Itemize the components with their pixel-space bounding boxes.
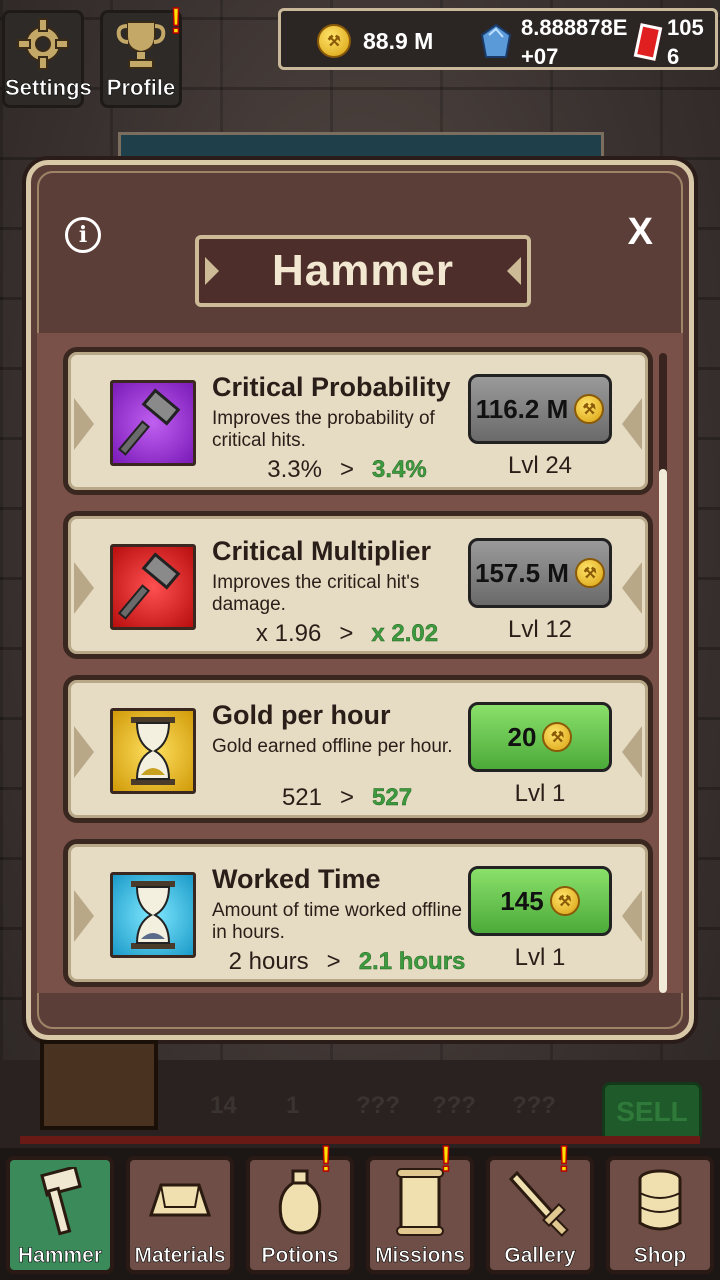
bottom-nav: Hammer Materials Potions Missions Galler… — [0, 1148, 720, 1280]
level-label: Lvl 24 — [507, 452, 573, 479]
cost-label: 145 — [500, 885, 544, 916]
stock-axe: 14 — [210, 1092, 237, 1119]
scroll-icon — [370, 1160, 470, 1244]
gold-coin-icon: ⚒ — [542, 722, 573, 752]
nav-gallery[interactable]: Gallery — [486, 1156, 594, 1274]
upgrade-values: 3.3% > 3.4% — [267, 456, 427, 483]
ticket-amount: 1056 — [667, 15, 704, 69]
sell-button[interactable]: SELL — [602, 1082, 702, 1142]
profile-label: Profile — [106, 75, 176, 101]
current-value: x 1.96 — [255, 620, 322, 647]
info-button[interactable]: i — [65, 217, 101, 253]
currency-bar: ⚒ 88.9 M 8.888878E+07 1056 — [278, 8, 718, 70]
gem-amount: 8.888878E+07 — [521, 15, 628, 69]
upgrade-card-gold-per-hour: Gold per hour Gold earned offline per ho… — [63, 675, 653, 823]
modal-title-box: Hammer — [195, 235, 531, 307]
next-value: 3.4% — [372, 456, 427, 483]
close-button[interactable]: X — [628, 211, 653, 254]
upgrade-name: Gold per hour — [212, 700, 391, 730]
cost-label: 157.5 M — [475, 557, 569, 588]
hammer-upgrade-modal: i X Hammer Critical Probability Improves… — [26, 160, 694, 1040]
hourglass-icon — [110, 872, 196, 958]
nav-hammer[interactable]: Hammer — [6, 1156, 114, 1274]
scrollbar-thumb[interactable] — [659, 469, 667, 993]
modal-title: Hammer — [271, 246, 455, 295]
missions-alert-icon: ! — [439, 1137, 453, 1180]
upgrade-description: Improves the critical hit's damage. — [212, 572, 420, 615]
current-value: 521 — [281, 784, 322, 811]
upgrade-description: Amount of time worked offline in hours. — [212, 900, 462, 943]
level-label: Lvl 1 — [514, 944, 566, 971]
current-value: 3.3% — [267, 456, 322, 483]
next-value: 2.1 hours — [358, 948, 466, 975]
gold-coin-icon: ⚒ — [574, 394, 605, 424]
next-value: 527 — [372, 784, 413, 811]
stock-spear: ??? — [512, 1092, 556, 1119]
cost-label: 20 — [507, 721, 537, 752]
hammer-icon — [110, 544, 196, 630]
stock-sword: 1 — [286, 1092, 300, 1119]
ingot-icon — [130, 1160, 230, 1244]
upgrade-card-worked-time: Worked Time Amount of time worked offlin… — [63, 839, 653, 987]
coin-stack-icon — [610, 1160, 710, 1244]
gold-amount: 88.9 M — [363, 28, 434, 54]
upgrade-values: 521 > 527 — [281, 784, 413, 811]
gem-icon — [479, 23, 513, 61]
nav-missions[interactable]: Missions — [366, 1156, 474, 1274]
current-value: 2 hours — [228, 948, 309, 975]
hammer-icon — [110, 380, 196, 466]
level-label: Lvl 1 — [514, 780, 566, 807]
upgrade-card-critical-multiplier: Critical Multiplier Improves the critica… — [63, 511, 653, 659]
buy-button[interactable]: 145 ⚒ — [468, 866, 612, 936]
potion-icon — [250, 1160, 350, 1244]
progress-bar — [20, 1136, 700, 1144]
nav-potions[interactable]: Potions — [246, 1156, 354, 1274]
upgrade-name: Critical Probability — [212, 372, 451, 402]
next-value: x 2.02 — [371, 620, 439, 647]
cost-label: 116.2 M — [475, 393, 569, 424]
hammer-icon — [10, 1160, 110, 1244]
upgrade-description: Improves the probability of critical hit… — [212, 408, 435, 451]
buy-button[interactable]: 116.2 M ⚒ — [468, 374, 612, 444]
trophy-icon — [103, 13, 179, 75]
upgrade-list[interactable]: Critical Probability Improves the probab… — [37, 333, 683, 993]
gold-coin-icon: ⚒ — [549, 886, 580, 916]
potions-alert-icon: ! — [319, 1137, 333, 1180]
upgrade-name: Critical Multiplier — [212, 536, 432, 566]
hourglass-icon — [110, 708, 196, 794]
stock-shield: ??? — [432, 1092, 476, 1119]
sword-icon — [490, 1160, 590, 1244]
buy-button[interactable]: 20 ⚒ — [468, 702, 612, 772]
gold-coin-icon: ⚒ — [317, 24, 351, 58]
upgrade-values: x 1.96 > x 2.02 — [255, 620, 439, 647]
settings-button[interactable]: Settings — [2, 10, 92, 108]
nav-materials[interactable]: Materials — [126, 1156, 234, 1274]
gallery-alert-icon: ! — [557, 1137, 571, 1180]
nav-shop[interactable]: Shop — [606, 1156, 714, 1274]
buy-button[interactable]: 157.5 M ⚒ — [468, 538, 612, 608]
upgrade-name: Worked Time — [212, 864, 381, 894]
level-label: Lvl 12 — [507, 616, 573, 643]
upgrade-card-critical-probability: Critical Probability Improves the probab… — [63, 347, 653, 495]
settings-label: Settings — [5, 75, 92, 101]
stock-hammer: ??? — [356, 1092, 400, 1119]
upgrade-values: 2 hours > 2.1 hours — [228, 948, 466, 975]
upgrade-description: Gold earned offline per hour. — [212, 736, 453, 757]
gear-icon — [5, 13, 81, 75]
gold-coin-icon: ⚒ — [574, 558, 605, 588]
profile-alert-icon: ! — [169, 0, 183, 42]
house-icon[interactable] — [40, 1040, 158, 1130]
